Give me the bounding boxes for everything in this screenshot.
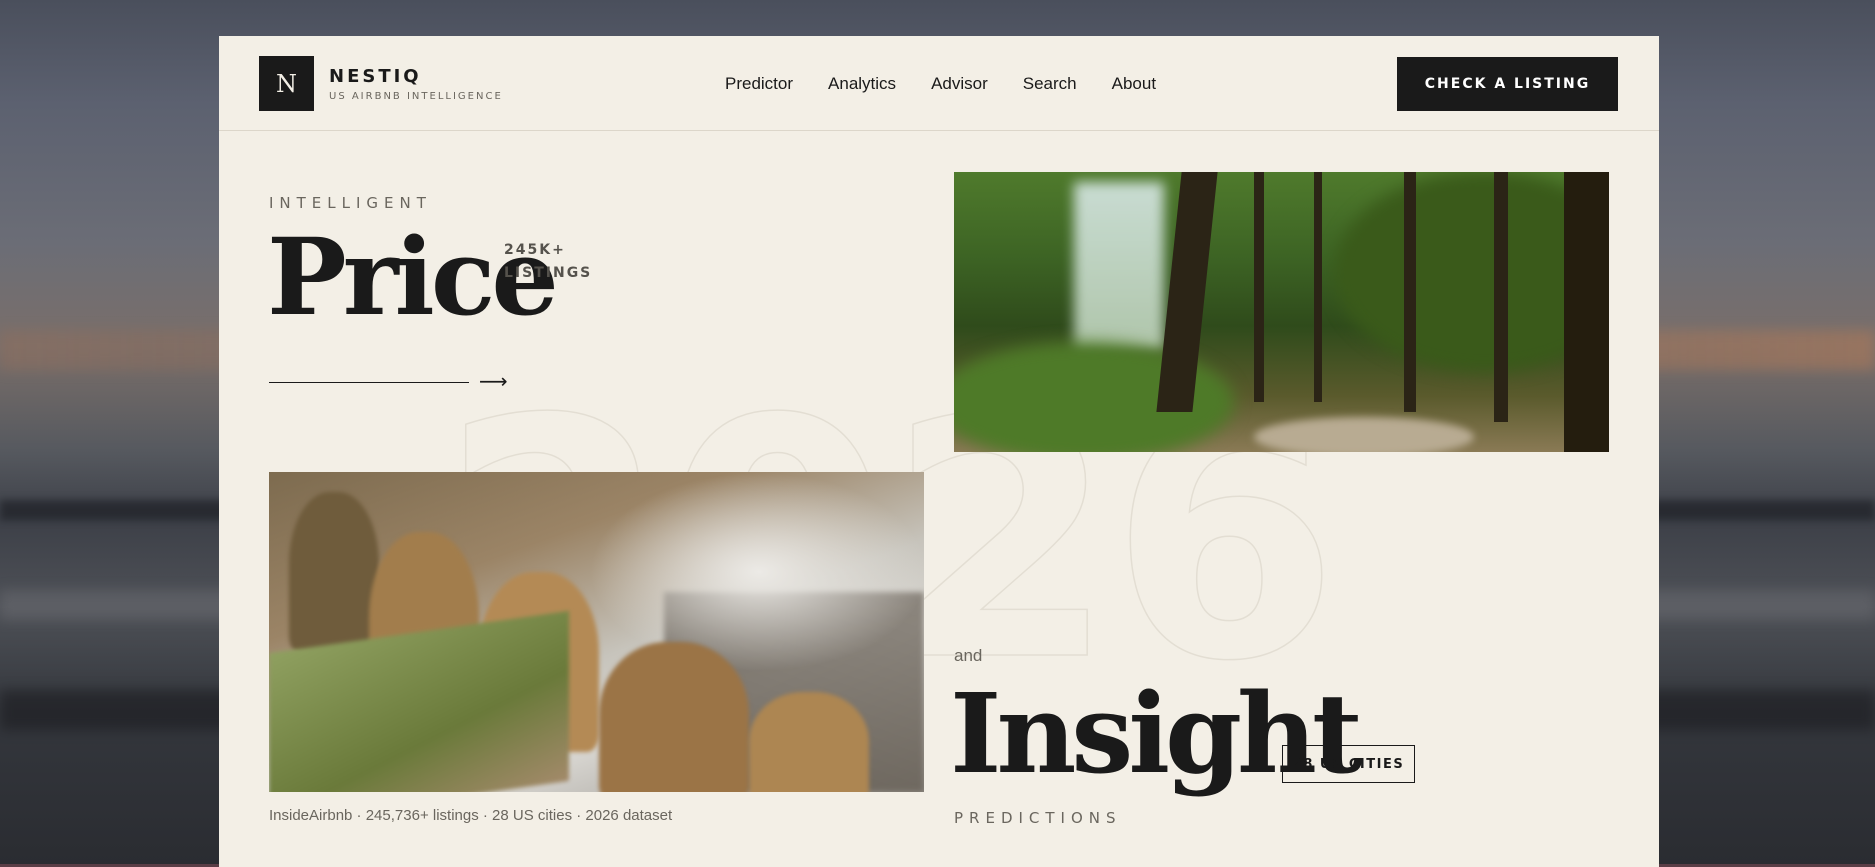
logo-mark[interactable]: N (259, 56, 314, 111)
hero-connector: and (954, 646, 983, 665)
nav-link-about[interactable]: About (1112, 74, 1156, 94)
check-listing-button[interactable]: CHECK A LISTING (1397, 57, 1618, 111)
nav-link-predictor[interactable]: Predictor (725, 74, 793, 94)
predictions-label: PREDICTIONS (954, 809, 1122, 827)
landing-card: N NESTIQ US AIRBNB INTELLIGENCE Predicto… (219, 36, 1659, 867)
brand-name[interactable]: NESTIQ (329, 66, 422, 87)
nav-link-search[interactable]: Search (1023, 74, 1077, 94)
listings-stat: 245K+ LISTINGS (504, 239, 604, 285)
brand-tagline: US AIRBNB INTELLIGENCE (329, 91, 503, 102)
arrow-right-icon[interactable]: ⟶ (479, 369, 508, 393)
nav-link-analytics[interactable]: Analytics (828, 74, 896, 94)
hero-divider (269, 382, 469, 383)
forest-photo (954, 172, 1609, 452)
cities-badge: 28 US CITIES (1282, 745, 1415, 783)
dataset-caption: InsideAirbnb · 245,736+ listings · 28 US… (269, 807, 673, 824)
top-navbar: N NESTIQ US AIRBNB INTELLIGENCE Predicto… (219, 36, 1659, 131)
hero-kicker: INTELLIGENT (269, 194, 432, 212)
listings-stat-label: LISTINGS (504, 265, 593, 281)
nav-link-advisor[interactable]: Advisor (931, 74, 988, 94)
mountain-photo (269, 472, 924, 792)
listings-stat-value: 245K+ (504, 242, 566, 258)
main-nav: Predictor Analytics Advisor Search About (725, 74, 1156, 94)
